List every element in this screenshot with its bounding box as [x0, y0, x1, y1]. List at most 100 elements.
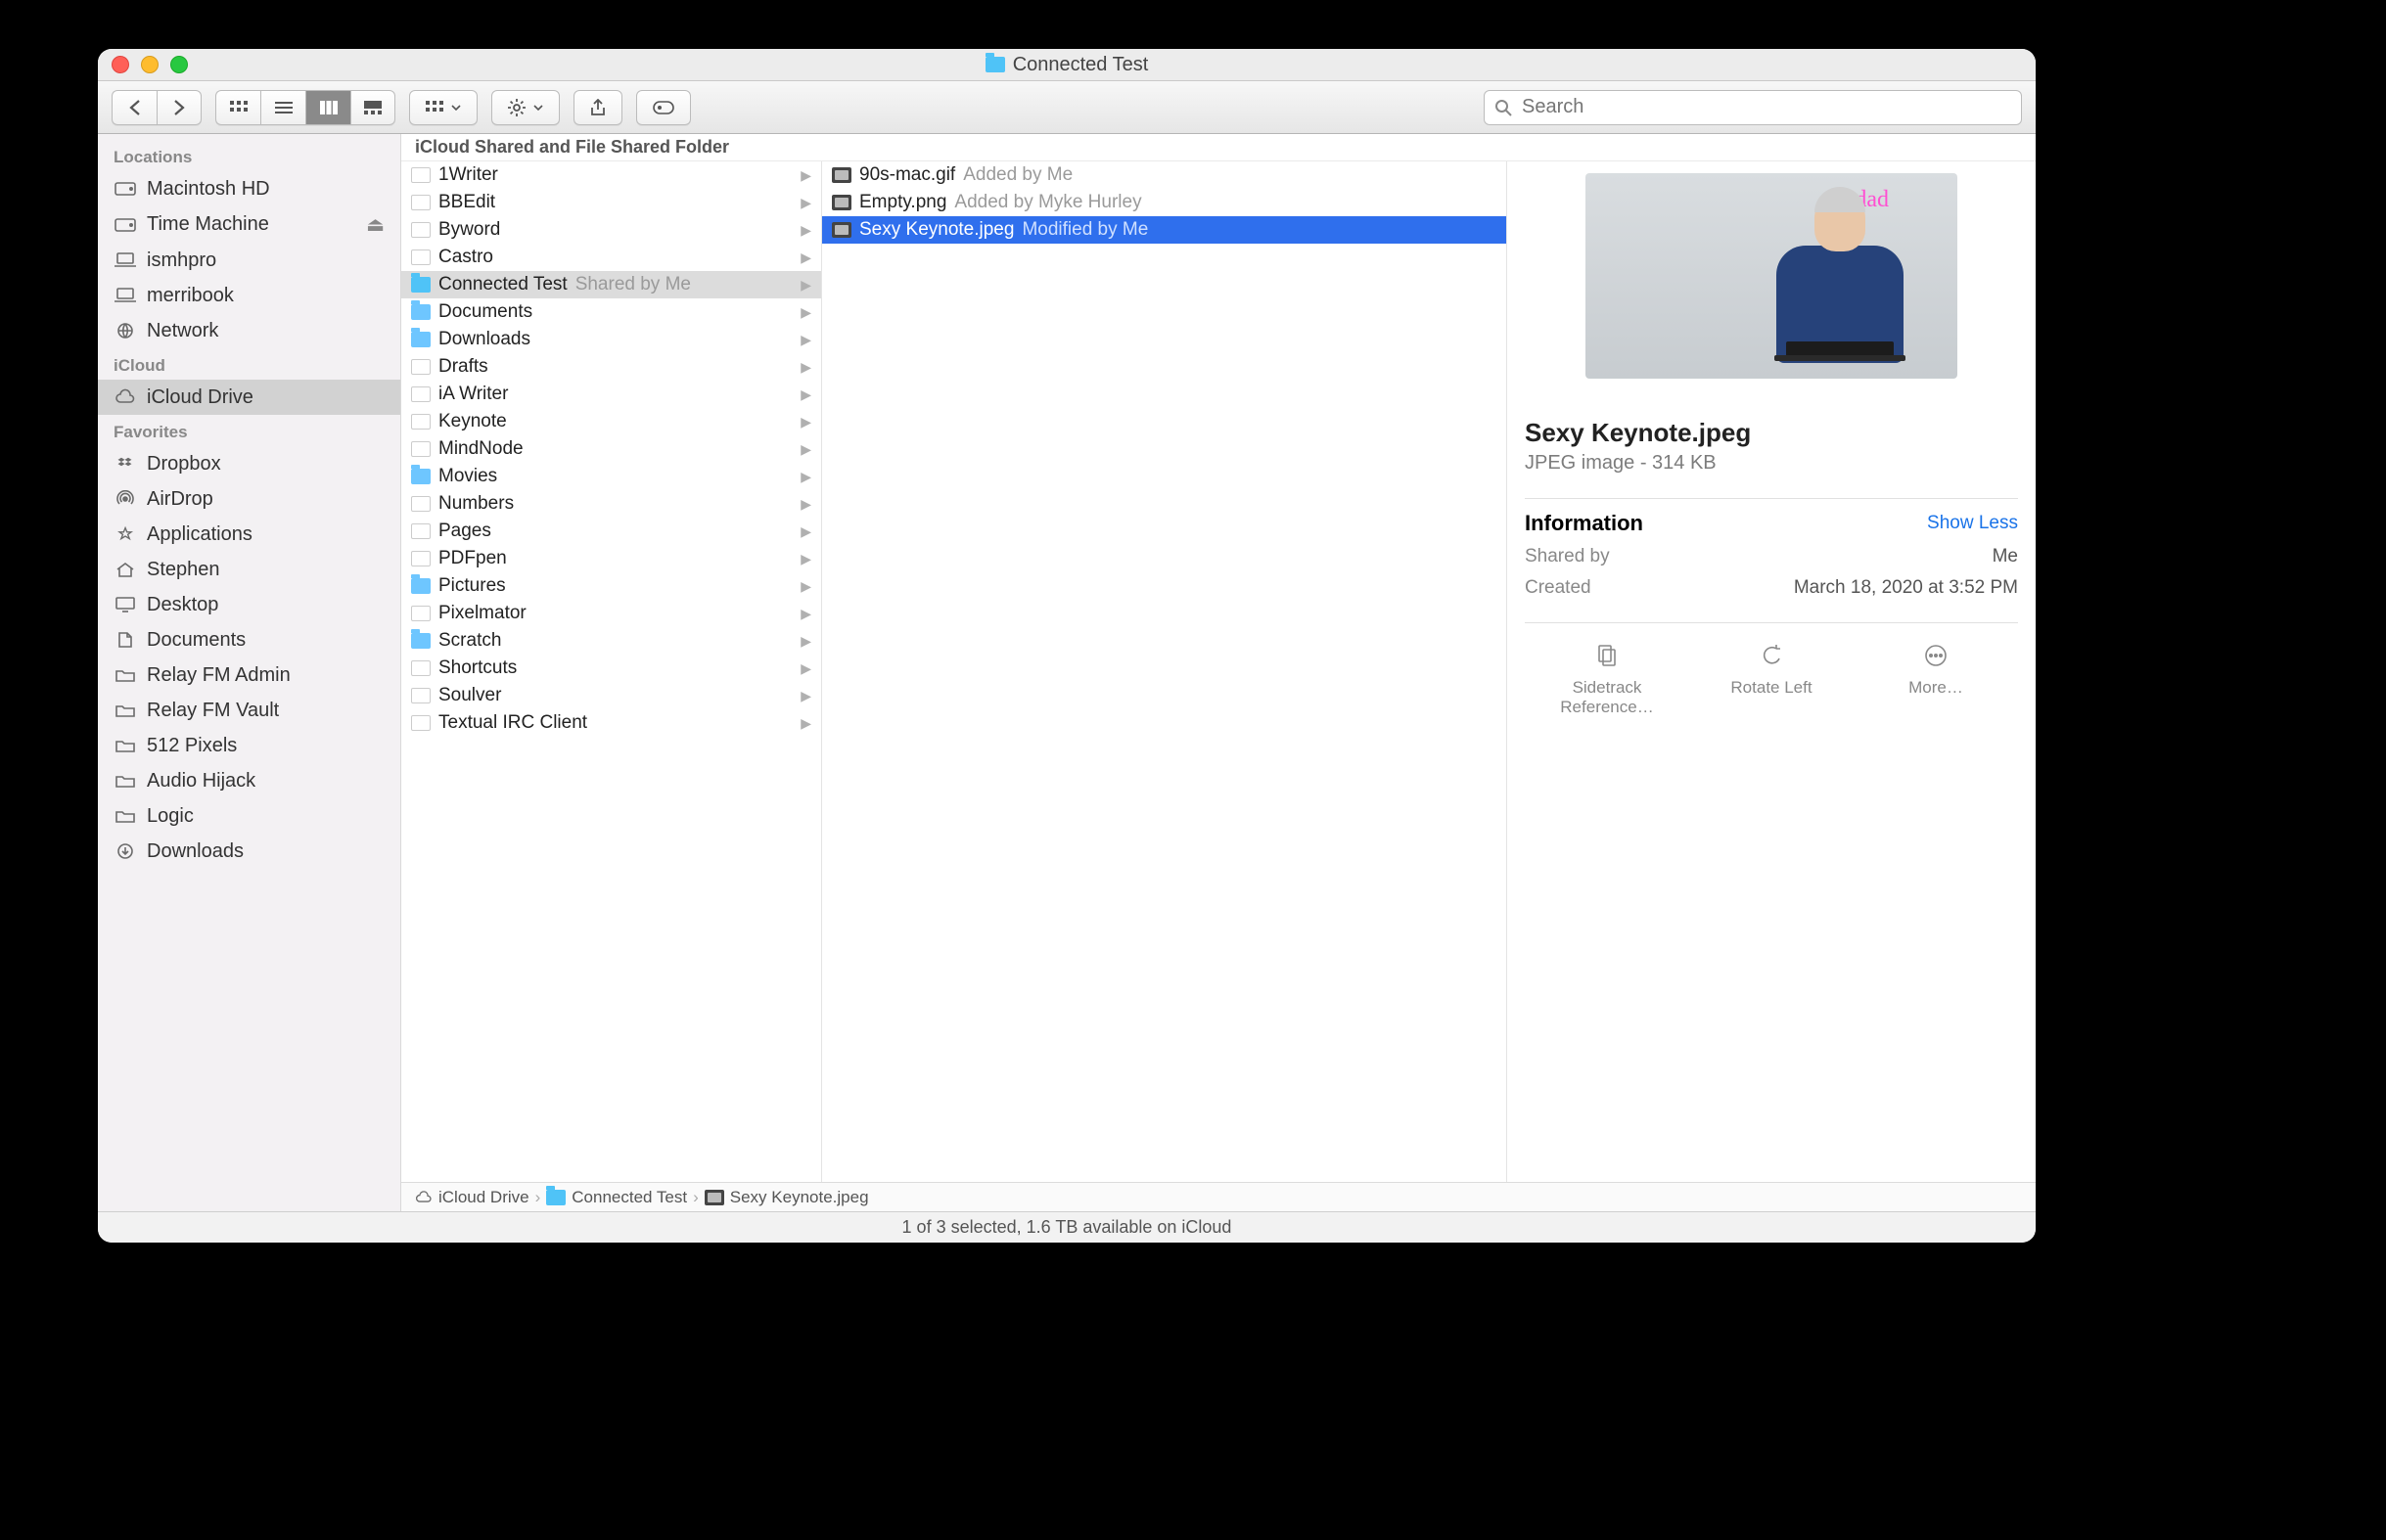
file-row[interactable]: 90s-mac.gif Added by Me	[822, 161, 1506, 189]
sidebar-item-logic[interactable]: Logic	[98, 798, 400, 834]
sidebar-item-documents[interactable]: Documents	[98, 622, 400, 657]
column-1[interactable]: 1Writer▶BBEdit▶Byword▶Castro▶Connected T…	[401, 161, 822, 1182]
sidebar-item-label: Stephen	[147, 559, 220, 581]
file-row[interactable]: Soulver▶	[401, 682, 821, 709]
finder-body: LocationsMacintosh HDTime Machine⏏ismhpr…	[98, 134, 2036, 1211]
cloud-icon	[415, 1191, 433, 1204]
file-row[interactable]: 1Writer▶	[401, 161, 821, 189]
file-row[interactable]: Keynote▶	[401, 408, 821, 435]
share-button[interactable]	[574, 90, 622, 125]
file-row[interactable]: MindNode▶	[401, 435, 821, 463]
info-value: Me	[1993, 546, 2018, 567]
breadcrumb-item[interactable]: Sexy Keynote.jpeg	[705, 1188, 869, 1207]
file-row[interactable]: Scratch▶	[401, 627, 821, 655]
path-bar: iCloud Drive›Connected Test›Sexy Keynote…	[401, 1182, 2036, 1211]
quick-action-button[interactable]: Sidetrack Reference…	[1548, 641, 1666, 717]
search-field[interactable]	[1484, 90, 2022, 125]
file-row[interactable]: Byword▶	[401, 216, 821, 244]
show-less-link[interactable]: Show Less	[1927, 513, 2018, 534]
sidebar-item-downloads[interactable]: Downloads	[98, 834, 400, 869]
chevron-right-icon: ▶	[801, 660, 811, 677]
sidebar-item-airdrop[interactable]: AirDrop	[98, 481, 400, 517]
sidebar-item-label: Downloads	[147, 840, 244, 863]
sidebar-item-network[interactable]: Network	[98, 313, 400, 348]
sidebar-item-relay-fm-admin[interactable]: Relay FM Admin	[98, 657, 400, 693]
list-view-button[interactable]	[260, 90, 305, 125]
sidebar-item-audio-hijack[interactable]: Audio Hijack	[98, 763, 400, 798]
preview-image-figure	[1762, 193, 1918, 379]
sidebar-item-dropbox[interactable]: Dropbox	[98, 446, 400, 481]
column-view-button[interactable]	[305, 90, 350, 125]
gallery-view-button[interactable]	[350, 90, 395, 125]
file-row[interactable]: Textual IRC Client▶	[401, 709, 821, 737]
nav-buttons	[112, 90, 202, 125]
file-row[interactable]: Pixelmator▶	[401, 600, 821, 627]
globe-icon	[114, 319, 137, 342]
breadcrumb-separator: ›	[693, 1188, 699, 1207]
sidebar-item-desktop[interactable]: Desktop	[98, 587, 400, 622]
chevron-right-icon: ▶	[801, 332, 811, 348]
preview-thumbnail[interactable]: hi dad	[1585, 173, 1957, 379]
file-row[interactable]: PDFpen▶	[401, 545, 821, 572]
zoom-window-button[interactable]	[170, 56, 188, 73]
chevron-left-icon	[128, 100, 142, 115]
tags-button[interactable]	[636, 90, 691, 125]
sidebar-item-merribook[interactable]: merribook	[98, 278, 400, 313]
file-row[interactable]: iA Writer▶	[401, 381, 821, 408]
action-button[interactable]	[491, 90, 560, 125]
file-row[interactable]: Pictures▶	[401, 572, 821, 600]
icon-view-button[interactable]	[215, 90, 260, 125]
apps-icon	[114, 522, 137, 546]
eject-icon[interactable]: ⏏	[366, 212, 385, 237]
search-input[interactable]	[1520, 95, 2011, 119]
chevron-right-icon: ▶	[801, 249, 811, 266]
file-row[interactable]: Pages▶	[401, 518, 821, 545]
quick-action-button[interactable]: Rotate Left	[1713, 641, 1830, 717]
file-row[interactable]: BBEdit▶	[401, 189, 821, 216]
sidebar-item-applications[interactable]: Applications	[98, 517, 400, 552]
chevron-right-icon: ▶	[801, 441, 811, 458]
file-row[interactable]: Sexy Keynote.jpeg Modified by Me	[822, 216, 1506, 244]
sidebar-item-icloud-drive[interactable]: iCloud Drive	[98, 380, 400, 415]
breadcrumb-item[interactable]: iCloud Drive	[415, 1188, 529, 1207]
file-row[interactable]: Shortcuts▶	[401, 655, 821, 682]
file-row[interactable]: Downloads ▶	[401, 326, 821, 353]
breadcrumb-item[interactable]: Connected Test	[546, 1188, 687, 1207]
sidebar-item-ismhpro[interactable]: ismhpro	[98, 243, 400, 278]
folder-icon	[114, 769, 137, 793]
sidebar-item-relay-fm-vault[interactable]: Relay FM Vault	[98, 693, 400, 728]
file-row[interactable]: Empty.png Added by Myke Hurley	[822, 189, 1506, 216]
file-name: Downloads	[438, 329, 530, 350]
forward-button[interactable]	[157, 90, 202, 125]
sidebar-item-time-machine[interactable]: Time Machine⏏	[98, 206, 400, 243]
sidebar-item-label: 512 Pixels	[147, 735, 237, 757]
sidebar-item-label: Macintosh HD	[147, 178, 270, 201]
close-window-button[interactable]	[112, 56, 129, 73]
file-row[interactable]: Connected Test Shared by Me▶	[401, 271, 821, 298]
file-name: Soulver	[438, 685, 501, 706]
sidebar-item-stephen[interactable]: Stephen	[98, 552, 400, 587]
columns-area: iCloud Shared and File Shared Folder 1Wr…	[401, 134, 2036, 1211]
file-name: Numbers	[438, 493, 514, 515]
sidebar-item-macintosh-hd[interactable]: Macintosh HD	[98, 171, 400, 206]
quick-action-button[interactable]: More…	[1877, 641, 1995, 717]
search-icon	[1494, 99, 1512, 116]
info-section-label: Information	[1525, 511, 1643, 536]
action-icon	[1592, 641, 1622, 670]
file-row[interactable]: Documents▶	[401, 298, 821, 326]
file-row[interactable]: Drafts▶	[401, 353, 821, 381]
sidebar-item-512-pixels[interactable]: 512 Pixels	[98, 728, 400, 763]
column-2[interactable]: 90s-mac.gif Added by MeEmpty.png Added b…	[822, 161, 1507, 1182]
share-icon	[590, 99, 606, 116]
file-row[interactable]: Castro▶	[401, 244, 821, 271]
info-key: Created	[1525, 577, 1591, 599]
breadcrumb-label: Connected Test	[572, 1188, 687, 1207]
chevron-right-icon: ▶	[801, 715, 811, 732]
sidebar-item-label: merribook	[147, 285, 234, 307]
minimize-window-button[interactable]	[141, 56, 159, 73]
file-row[interactable]: Numbers▶	[401, 490, 821, 518]
back-button[interactable]	[112, 90, 157, 125]
file-row[interactable]: Movies▶	[401, 463, 821, 490]
arrange-button[interactable]	[409, 90, 478, 125]
sidebar-item-label: Relay FM Vault	[147, 700, 279, 722]
